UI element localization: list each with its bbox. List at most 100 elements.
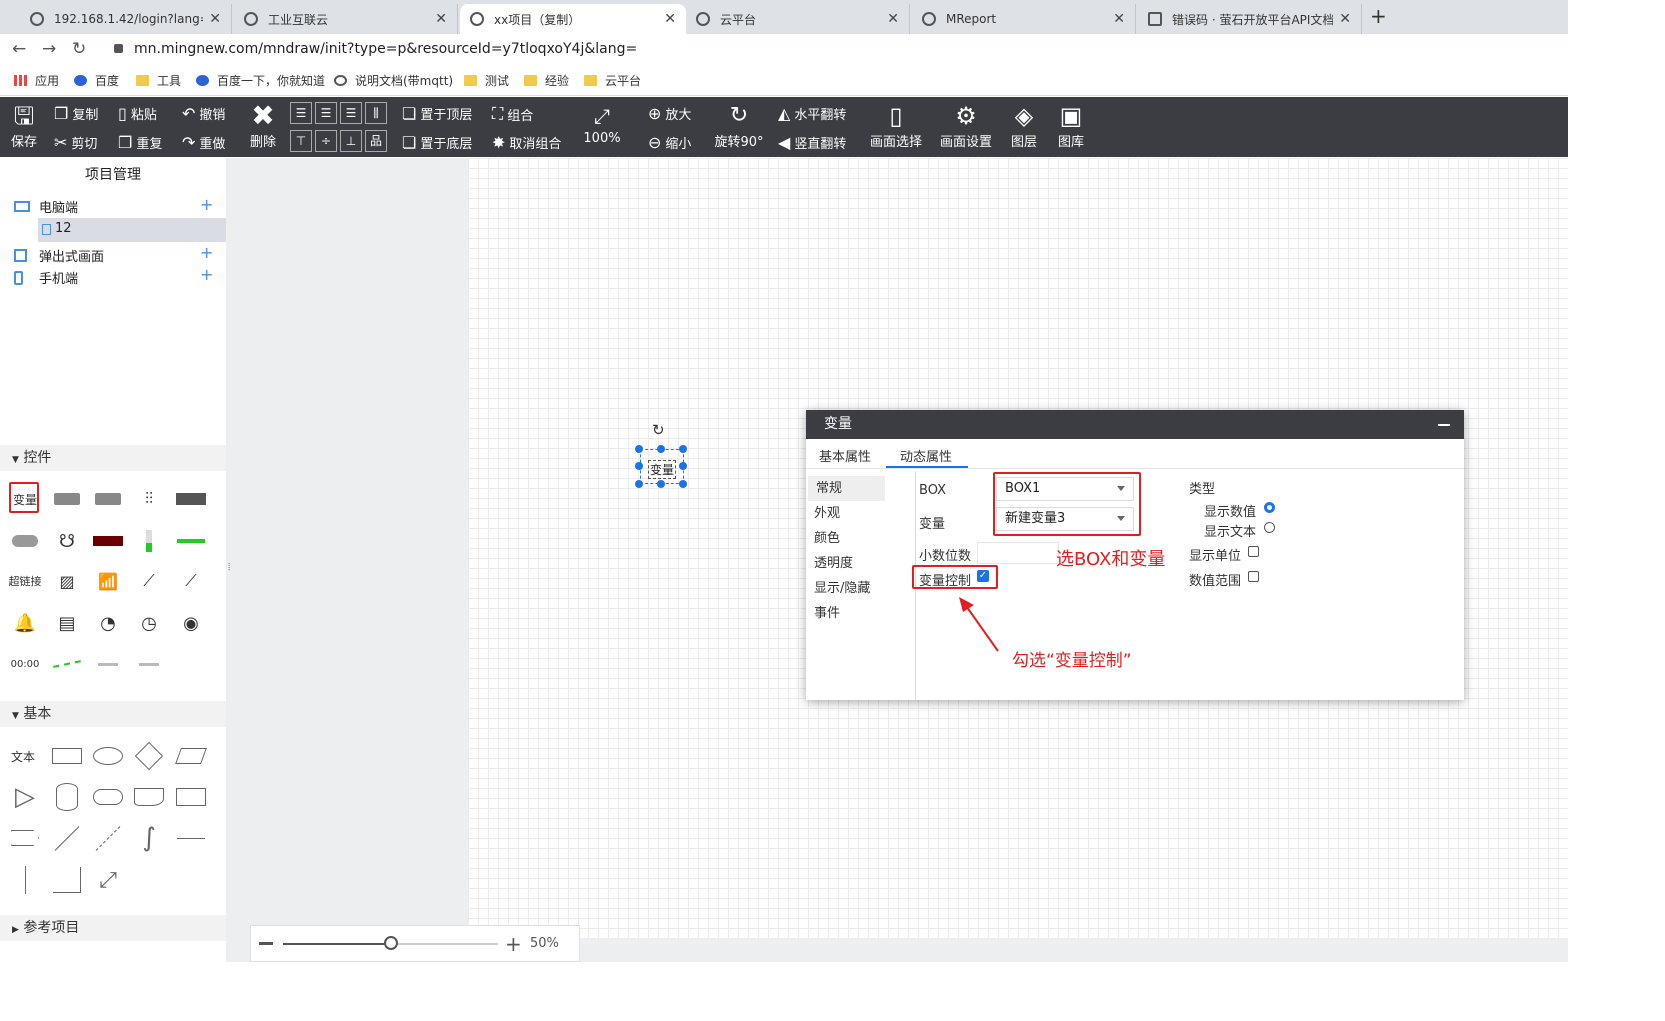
group-button[interactable]: ⛶组合	[492, 104, 533, 124]
tab-basic-props[interactable]: 基本属性	[819, 446, 871, 465]
add-desktop-button[interactable]: +	[200, 195, 213, 214]
url-field[interactable]: mn.mingnew.com/mndraw/init?type=p&resour…	[134, 41, 637, 57]
side-item-opacity[interactable]: 透明度	[806, 551, 915, 576]
control-bar-chart[interactable]: 📶	[91, 570, 125, 592]
close-icon[interactable]: ✕	[1113, 11, 1125, 27]
gallery-button[interactable]: ▣图库	[1055, 101, 1087, 150]
control-level-bar[interactable]	[132, 530, 166, 552]
browser-tab[interactable]: MReport✕	[912, 4, 1136, 34]
align-right-button[interactable]: ☰	[340, 102, 362, 124]
zoom-level-select[interactable]: ⤢100%	[582, 101, 622, 146]
redo-button[interactable]: ↷重做	[182, 133, 225, 152]
distribute-v-button[interactable]: 品	[365, 130, 387, 152]
rotate-handle-icon[interactable]: ↻	[652, 421, 665, 439]
shape-line[interactable]	[50, 827, 84, 849]
shape-curve[interactable]: ∫	[132, 827, 166, 849]
section-basic[interactable]: ▼ 基本	[0, 701, 226, 727]
zoom-out-button[interactable]: ⊖缩小	[648, 133, 691, 152]
shape-document[interactable]	[132, 786, 166, 808]
resize-handle[interactable]	[679, 480, 687, 488]
rotate-button[interactable]: ↻旋转90°	[714, 101, 764, 150]
screen-settings-button[interactable]: ⚙画面设置	[938, 101, 994, 150]
value-range-checkbox[interactable]	[1248, 571, 1259, 582]
plus-icon[interactable]: +	[505, 932, 522, 956]
bookmark-folder-exp[interactable]: 经验	[524, 72, 569, 89]
add-popup-button[interactable]: +	[200, 243, 213, 262]
browser-tab-active[interactable]: xx项目（复制）✕	[460, 4, 686, 34]
tree-item-popup[interactable]: 弹出式画面	[14, 246, 104, 265]
side-item-visibility[interactable]: 显示/隐藏	[806, 576, 915, 601]
minus-icon[interactable]	[259, 942, 273, 945]
screen-select-button[interactable]: ▯画面选择	[868, 101, 924, 150]
bookmark-baidu[interactable]: 百度	[74, 72, 119, 89]
show-value-radio[interactable]	[1264, 502, 1275, 513]
control-button[interactable]	[174, 488, 208, 510]
dialog-header[interactable]: 变量	[806, 410, 1464, 439]
control-dynamic-text[interactable]	[132, 653, 166, 675]
undo-button[interactable]: ↶撤销	[182, 104, 225, 123]
resize-handle[interactable]	[657, 480, 665, 488]
align-bottom-button[interactable]: ⊥	[340, 130, 362, 152]
new-tab-button[interactable]: +	[1370, 4, 1387, 28]
browser-tab[interactable]: 工业互联云✕	[234, 4, 458, 34]
show-unit-checkbox[interactable]	[1248, 546, 1259, 557]
shape-horizontal-line[interactable]	[174, 827, 208, 849]
reload-icon[interactable]: ↻	[72, 39, 86, 59]
resize-handle[interactable]	[679, 445, 687, 453]
resize-handle[interactable]	[635, 445, 643, 453]
shape-triangle[interactable]: ▷	[8, 786, 42, 808]
panel-resize-handle[interactable]: ⦙	[228, 562, 230, 573]
shape-parallelogram[interactable]	[174, 745, 208, 767]
duplicate-button[interactable]: ❐重复	[118, 133, 162, 152]
add-mobile-button[interactable]: +	[200, 265, 213, 284]
shape-text[interactable]: 文本	[6, 745, 40, 767]
control-slider[interactable]: ⫶⫶	[132, 488, 166, 510]
control-lamp[interactable]: ☋	[50, 530, 84, 552]
bookmark-apps[interactable]: 应用	[14, 72, 59, 89]
bring-to-front-button[interactable]: ❏置于顶层	[402, 104, 472, 123]
control-curve-chart[interactable]: ⟋	[174, 570, 208, 592]
resize-handle[interactable]	[679, 462, 687, 470]
align-top-button[interactable]: ⊤	[290, 130, 312, 152]
bookmark-baidu-search[interactable]: 百度一下，你就知道	[196, 72, 325, 89]
shape-vertical-line[interactable]	[8, 869, 42, 891]
tab-dynamic-props[interactable]: 动态属性	[900, 446, 952, 465]
flip-horizontal-button[interactable]: ◭水平翻转	[778, 104, 846, 123]
forward-icon[interactable]: →	[42, 39, 56, 59]
flip-vertical-button[interactable]: ◀竖直翻转	[778, 133, 846, 152]
browser-tab[interactable]: 192.168.1.42/login?lang=zh_C✕	[20, 4, 232, 34]
shape-cube[interactable]	[174, 786, 208, 808]
side-item-color[interactable]: 颜色	[806, 526, 915, 551]
distribute-h-button[interactable]: ⫼	[365, 102, 387, 124]
control-clock[interactable]: ◷	[132, 612, 166, 634]
close-icon[interactable]: ✕	[209, 11, 221, 27]
shape-dashed-line[interactable]	[91, 827, 125, 849]
control-dashed-line[interactable]	[50, 653, 84, 675]
close-icon[interactable]: ✕	[435, 11, 447, 27]
side-item-appearance[interactable]: 外观	[806, 501, 915, 526]
bookmark-folder-tools[interactable]: 工具	[136, 72, 181, 89]
delete-button[interactable]: ✖删除	[246, 101, 280, 150]
tree-item-selected[interactable]: 12	[38, 218, 226, 242]
resize-handle[interactable]	[657, 445, 665, 453]
shape-chevron[interactable]	[8, 827, 42, 849]
browser-tab[interactable]: 错误码 · 萤石开放平台API文档✕	[1138, 4, 1362, 34]
resize-handle[interactable]	[635, 462, 643, 470]
close-icon[interactable]: ✕	[887, 11, 899, 27]
control-gauge[interactable]: ◔	[91, 612, 125, 634]
shape-cylinder[interactable]	[50, 786, 84, 808]
control-hyperlink[interactable]: 超链接	[8, 570, 42, 592]
send-to-back-button[interactable]: ❏置于底层	[402, 133, 472, 152]
resize-handle[interactable]	[635, 480, 643, 488]
zoom-slider-thumb[interactable]	[384, 936, 398, 950]
shape-arrow[interactable]: ⤢	[91, 869, 125, 891]
bookmark-folder-test[interactable]: 测试	[464, 72, 509, 89]
zoom-in-button[interactable]: ⊕放大	[648, 104, 691, 123]
tree-item-mobile[interactable]: 手机端	[14, 268, 78, 287]
close-icon[interactable]: ✕	[1339, 11, 1351, 27]
shape-ellipse[interactable]	[91, 745, 125, 767]
back-icon[interactable]: ←	[12, 39, 26, 59]
show-text-radio[interactable]	[1264, 522, 1275, 533]
control-number-display[interactable]	[50, 488, 84, 510]
control-alarm[interactable]: 🔔	[8, 612, 42, 634]
